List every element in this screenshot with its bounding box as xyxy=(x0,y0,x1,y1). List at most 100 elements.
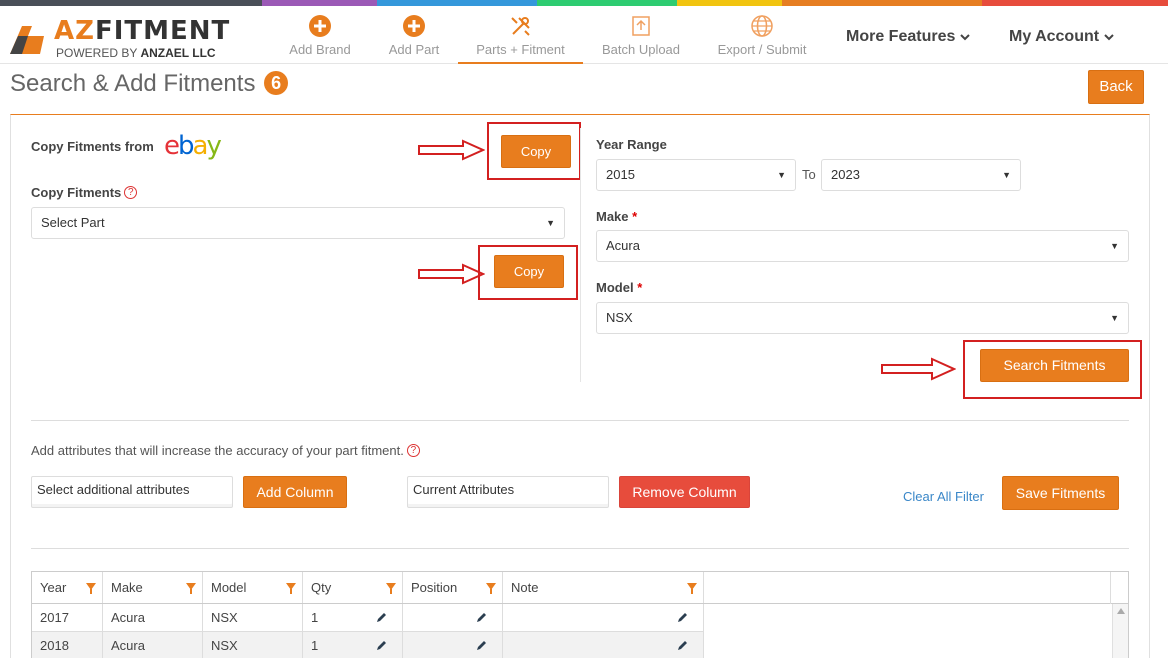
column-header-position[interactable]: Position xyxy=(403,572,503,603)
year-from-value: 2015 xyxy=(606,167,635,182)
make-value: Acura xyxy=(606,238,640,253)
grid-scrollbar[interactable] xyxy=(1112,604,1128,658)
nav-batch-upload[interactable]: Batch Upload xyxy=(598,14,684,64)
annotation-arrow xyxy=(418,139,485,161)
cell-model: NSX xyxy=(203,604,303,631)
section-divider xyxy=(31,420,1129,421)
help-icon[interactable]: ? xyxy=(124,186,138,199)
filter-icon[interactable] xyxy=(687,583,697,594)
clear-all-filter-link[interactable]: Clear All Filter xyxy=(903,489,984,504)
additional-attributes-select[interactable]: Select additional attributes xyxy=(31,476,233,508)
copy-from-ebay-button[interactable]: Copy xyxy=(501,135,571,168)
model-label: Model * xyxy=(596,280,642,295)
filter-icon[interactable] xyxy=(186,583,196,594)
azfitment-logo-mark-icon xyxy=(10,26,44,54)
filter-icon[interactable] xyxy=(386,583,396,594)
cell-qty-value: 1 xyxy=(311,638,319,653)
model-label-text: Model xyxy=(596,280,634,295)
cell-note[interactable] xyxy=(503,632,704,658)
fitments-grid: Year Make Model Qty Position Note 2017 A… xyxy=(31,571,1129,658)
table-row[interactable]: 2018 Acura NSX 1 xyxy=(32,632,704,658)
more-features-menu[interactable]: More Features xyxy=(846,28,970,46)
nav-parts-fitment[interactable]: Parts + Fitment xyxy=(458,14,583,64)
fitment-count-badge: 6 xyxy=(264,71,289,95)
cell-make: Acura xyxy=(103,632,203,658)
current-attributes-select[interactable]: Current Attributes xyxy=(407,476,609,508)
nav-add-part[interactable]: Add Part xyxy=(382,14,446,64)
cell-model: NSX xyxy=(203,632,303,658)
plus-circle-icon xyxy=(309,15,331,37)
nav-export-submit[interactable]: Export / Submit xyxy=(712,14,812,64)
cell-qty[interactable]: 1 xyxy=(303,632,403,658)
column-header-make[interactable]: Make xyxy=(103,572,203,603)
column-header-qty[interactable]: Qty xyxy=(303,572,403,603)
remove-column-button[interactable]: Remove Column xyxy=(619,476,750,508)
globe-icon xyxy=(751,15,773,37)
make-dropdown[interactable]: Acura ▼ xyxy=(596,230,1129,262)
year-range-label: Year Range xyxy=(596,137,667,152)
my-account-menu[interactable]: My Account xyxy=(1009,28,1114,46)
nav-export-submit-label: Export / Submit xyxy=(717,42,807,57)
select-part-dropdown[interactable]: Select Part ▼ xyxy=(31,207,565,239)
column-header-note[interactable]: Note xyxy=(503,572,704,603)
help-icon[interactable]: ? xyxy=(406,444,420,457)
logo-tagline: POWERED BY ANZAEL LLC xyxy=(56,46,216,60)
page-title-text: Search & Add Fitments xyxy=(10,70,256,97)
cell-qty-value: 1 xyxy=(311,610,319,625)
filter-icon[interactable] xyxy=(286,583,296,594)
model-dropdown[interactable]: NSX ▼ xyxy=(596,302,1129,334)
add-column-button[interactable]: Add Column xyxy=(243,476,347,508)
select-part-value: Select Part xyxy=(41,215,105,230)
tools-icon xyxy=(510,17,530,36)
cell-year: 2018 xyxy=(32,632,103,658)
nav-parts-fitment-label: Parts + Fitment xyxy=(476,42,565,57)
cell-qty[interactable]: 1 xyxy=(303,604,403,631)
nav-batch-upload-label: Batch Upload xyxy=(601,42,681,57)
column-header-model[interactable]: Model xyxy=(203,572,303,603)
nav-add-brand[interactable]: Add Brand xyxy=(282,14,358,64)
cell-position[interactable] xyxy=(403,632,503,658)
year-to-value: 2023 xyxy=(831,167,860,182)
dropdown-caret-icon: ▼ xyxy=(546,218,555,228)
scroll-up-arrow-icon[interactable] xyxy=(1117,608,1125,614)
ebay-logo: ebay xyxy=(164,131,222,161)
column-header-qty-label: Qty xyxy=(311,580,332,595)
nav-add-brand-label: Add Brand xyxy=(289,42,351,57)
more-features-label: More Features xyxy=(846,28,956,45)
dropdown-caret-icon: ▼ xyxy=(777,170,786,180)
pencil-icon[interactable] xyxy=(476,639,488,651)
cell-position[interactable] xyxy=(403,604,503,631)
cell-note[interactable] xyxy=(503,604,704,631)
page-title: Search & Add Fitments 6 xyxy=(10,70,289,98)
copy-from-part-button[interactable]: Copy xyxy=(494,255,564,288)
filter-icon[interactable] xyxy=(86,583,96,594)
year-to-separator: To xyxy=(802,167,816,182)
make-label-text: Make xyxy=(596,209,629,224)
pencil-icon[interactable] xyxy=(677,611,689,623)
azfitment-logo[interactable]: AZFITMENT POWERED BY ANZAEL LLC xyxy=(8,16,229,60)
plus-circle-icon xyxy=(403,15,425,37)
year-to-dropdown[interactable]: 2023 ▼ xyxy=(821,159,1021,191)
nav-add-part-label: Add Part xyxy=(388,42,440,57)
pencil-icon[interactable] xyxy=(376,639,388,651)
dropdown-caret-icon: ▼ xyxy=(1110,313,1119,323)
grid-header-divider xyxy=(1110,572,1111,604)
cell-year: 2017 xyxy=(32,604,103,631)
filter-icon[interactable] xyxy=(486,583,496,594)
search-fitments-button[interactable]: Search Fitments xyxy=(980,349,1129,382)
table-row[interactable]: 2017 Acura NSX 1 xyxy=(32,604,704,632)
column-header-year[interactable]: Year xyxy=(32,572,103,603)
year-from-dropdown[interactable]: 2015 ▼ xyxy=(596,159,796,191)
top-navbar: AZFITMENT POWERED BY ANZAEL LLC Add Bran… xyxy=(0,6,1168,64)
attributes-description-text: Add attributes that will increase the ac… xyxy=(31,443,404,458)
required-asterisk: * xyxy=(637,280,643,295)
save-fitments-button[interactable]: Save Fitments xyxy=(1002,476,1119,510)
pencil-icon[interactable] xyxy=(376,611,388,623)
annotation-arrow xyxy=(418,263,485,285)
chevron-down-icon xyxy=(1103,34,1114,41)
back-button[interactable]: Back xyxy=(1088,70,1144,104)
pencil-icon[interactable] xyxy=(677,639,689,651)
dropdown-caret-icon: ▼ xyxy=(1002,170,1011,180)
dropdown-caret-icon: ▼ xyxy=(1110,241,1119,251)
pencil-icon[interactable] xyxy=(476,611,488,623)
